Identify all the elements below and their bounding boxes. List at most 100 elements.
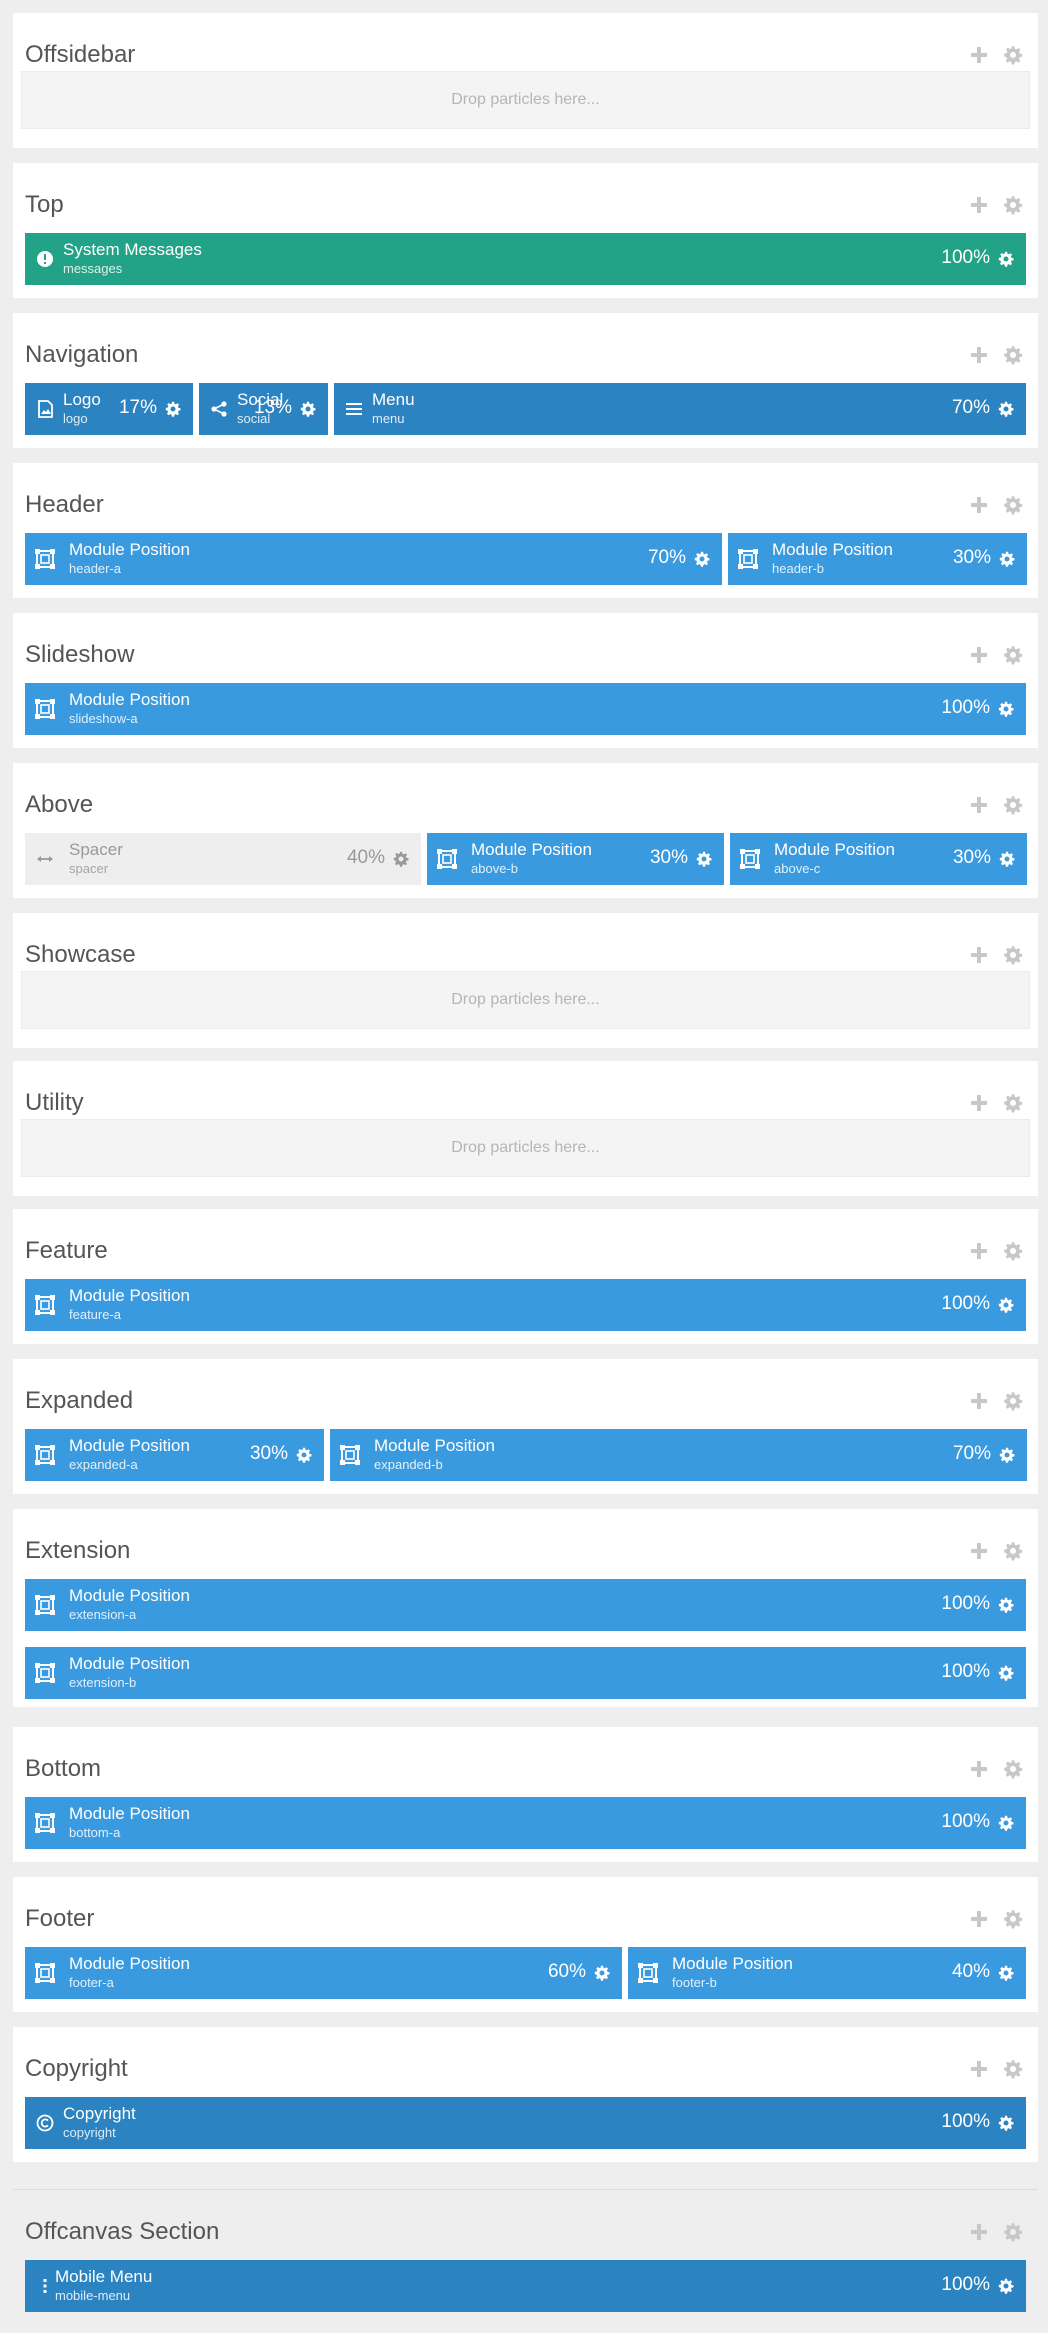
section-settings-icon[interactable] [1002, 1092, 1024, 1114]
particle-settings-icon[interactable] [997, 1964, 1015, 1982]
particle-block[interactable]: Module Position expanded-b 70% [330, 1429, 1027, 1481]
particle-size: 30% [952, 847, 991, 868]
section-settings-icon[interactable] [1002, 1540, 1024, 1562]
particle-block[interactable]: Module Position above-b 30% [427, 833, 724, 885]
add-particle-icon[interactable] [968, 1758, 990, 1780]
particle-key: menu [372, 411, 405, 426]
section-title: Footer [25, 1905, 95, 1932]
add-particle-icon[interactable] [968, 344, 990, 366]
particle-settings-icon[interactable] [695, 850, 713, 868]
particle-name: Module Position [69, 540, 190, 559]
add-particle-icon[interactable] [968, 2221, 990, 2243]
add-particle-icon[interactable] [968, 44, 990, 66]
section-settings-icon[interactable] [1002, 2058, 1024, 2080]
particle-block[interactable]: Menu menu 70% [334, 383, 1026, 435]
particle-name: Module Position [69, 1954, 190, 1973]
module-icon [340, 1445, 360, 1465]
layout-section: Bottom Module Position bottom-a 100% [13, 1727, 1038, 1862]
particle-block[interactable]: Module Position footer-a 60% [25, 1947, 622, 1999]
particle-block[interactable]: Module Position bottom-a 100% [25, 1797, 1026, 1849]
particle-settings-icon[interactable] [997, 700, 1015, 718]
particle-key: slideshow-a [69, 711, 138, 726]
particle-block[interactable]: Module Position feature-a 100% [25, 1279, 1026, 1331]
module-icon [35, 1295, 55, 1315]
particle-settings-icon[interactable] [998, 1446, 1016, 1464]
section-settings-icon[interactable] [1002, 494, 1024, 516]
particle-settings-icon[interactable] [295, 1446, 313, 1464]
add-particle-icon[interactable] [968, 1092, 990, 1114]
module-icon [35, 549, 55, 569]
particle-settings-icon[interactable] [164, 400, 182, 418]
particle-settings-icon[interactable] [593, 1964, 611, 1982]
section-settings-icon[interactable] [1002, 2221, 1024, 2243]
particle-block[interactable]: Social social 13% [199, 383, 328, 435]
particle-settings-icon[interactable] [392, 850, 410, 868]
particle-dropzone[interactable]: Drop particles here... [21, 71, 1030, 129]
particle-block[interactable]: Module Position header-b 30% [728, 533, 1027, 585]
particle-block[interactable]: Mobile Menu mobile-menu 100% [25, 2260, 1026, 2312]
particle-block[interactable]: Module Position extension-a 100% [25, 1579, 1026, 1631]
particle-block[interactable]: Copyright copyright 100% [25, 2097, 1026, 2149]
particle-block[interactable]: Module Position footer-b 40% [628, 1947, 1026, 1999]
add-particle-icon[interactable] [968, 1908, 990, 1930]
section-settings-icon[interactable] [1002, 44, 1024, 66]
particle-block[interactable]: Module Position slideshow-a 100% [25, 683, 1026, 735]
particle-settings-icon[interactable] [997, 1296, 1015, 1314]
add-particle-icon[interactable] [968, 1240, 990, 1262]
add-particle-icon[interactable] [968, 794, 990, 816]
section-title: Feature [25, 1237, 108, 1264]
add-particle-icon[interactable] [968, 644, 990, 666]
particle-settings-icon[interactable] [997, 250, 1015, 268]
particle-settings-icon[interactable] [998, 550, 1016, 568]
particle-block[interactable]: Logo logo 17% [25, 383, 193, 435]
section-title: Top [25, 191, 64, 218]
add-particle-icon[interactable] [968, 494, 990, 516]
particle-settings-icon[interactable] [997, 2277, 1015, 2295]
section-settings-icon[interactable] [1002, 1240, 1024, 1262]
module-icon [740, 849, 760, 869]
section-title: Header [25, 491, 104, 518]
module-icon [35, 699, 55, 719]
section-settings-icon[interactable] [1002, 944, 1024, 966]
particle-settings-icon[interactable] [998, 850, 1016, 868]
particle-block[interactable]: Module Position header-a 70% [25, 533, 722, 585]
particle-block[interactable]: Module Position expanded-a 30% [25, 1429, 324, 1481]
spacer-particle[interactable]: Spacer spacer 40% [25, 833, 421, 885]
particle-settings-icon[interactable] [997, 2114, 1015, 2132]
section-settings-icon[interactable] [1002, 794, 1024, 816]
particle-block[interactable]: Module Position extension-b 100% [25, 1647, 1026, 1699]
section-settings-icon[interactable] [1002, 194, 1024, 216]
add-particle-icon[interactable] [968, 2058, 990, 2080]
particle-dropzone[interactable]: Drop particles here... [21, 971, 1030, 1029]
add-particle-icon[interactable] [968, 1540, 990, 1562]
particle-settings-icon[interactable] [299, 400, 317, 418]
particle-block[interactable]: Module Position above-c 30% [730, 833, 1027, 885]
section-settings-icon[interactable] [1002, 1758, 1024, 1780]
section-title: Utility [25, 1089, 84, 1116]
particle-settings-icon[interactable] [997, 1814, 1015, 1832]
particle-size: 100% [941, 697, 990, 718]
particle-settings-icon[interactable] [693, 550, 711, 568]
particle-name: Spacer [69, 840, 123, 859]
particle-name: Module Position [69, 1804, 190, 1823]
add-particle-icon[interactable] [968, 1390, 990, 1412]
section-title: Bottom [25, 1755, 102, 1782]
section-actions [968, 1091, 1024, 1115]
section-title: Showcase [25, 941, 136, 968]
add-particle-icon[interactable] [968, 944, 990, 966]
particle-dropzone[interactable]: Drop particles here... [21, 1119, 1030, 1177]
section-settings-icon[interactable] [1002, 1390, 1024, 1412]
section-settings-icon[interactable] [1002, 344, 1024, 366]
particle-settings-icon[interactable] [997, 1664, 1015, 1682]
particle-block[interactable]: System Messages messages 100% [25, 233, 1026, 285]
section-settings-icon[interactable] [1002, 644, 1024, 666]
particle-settings-icon[interactable] [997, 400, 1015, 418]
particle-size: 40% [346, 847, 385, 868]
section-settings-icon[interactable] [1002, 1908, 1024, 1930]
layout-section: Navigation Logo logo 17% Social social 13% Menu… [13, 313, 1038, 448]
particle-settings-icon[interactable] [997, 1596, 1015, 1614]
layout-section: Extension Module Position extension-a 100% M… [13, 1509, 1038, 1707]
menu-lines-icon [344, 399, 364, 419]
section-actions [968, 1239, 1024, 1263]
add-particle-icon[interactable] [968, 194, 990, 216]
